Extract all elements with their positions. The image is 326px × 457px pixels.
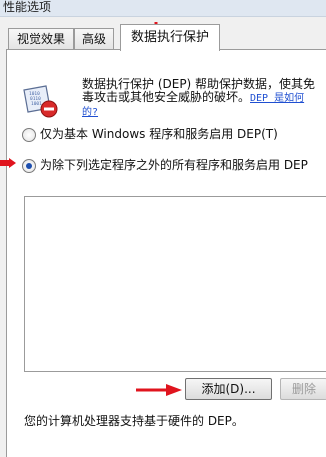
radio-option-all-except[interactable]: 为除下列选定程序之外的所有程序和服务启用 DEP [22,156,308,173]
red-arrow-right-icon [0,158,16,168]
dep-description-line2: 毒攻击或其他安全威胁的破坏。 [82,90,251,104]
window-titlebar: 性能选项 [0,0,326,17]
dep-shield-icon: 1010 0110 1001 [23,85,58,118]
window-title: 性能选项 [3,0,52,14]
radio-basic-label: 仅为基本 Windows 程序和服务启用 DEP(T) [40,127,278,141]
radio-basic-circle[interactable] [22,127,36,142]
dep-help-link[interactable]: DEP 是如何 [250,93,304,104]
red-arrow-right-icon [136,384,182,396]
hardware-dep-support-text: 您的计算机处理器支持基于硬件的 DEP。 [24,414,244,428]
radio-all-except-circle[interactable] [22,158,36,173]
remove-button[interactable]: 删除 [280,378,326,400]
radio-option-basic[interactable]: 仅为基本 Windows 程序和服务启用 DEP(T) [22,125,278,142]
tab-advanced[interactable]: 高级 [74,28,114,49]
dep-description: 数据执行保护 (DEP) 帮助保护数据，使其免 毒攻击或其他安全威胁的破坏。DE… [82,78,326,119]
tab-visual-effects[interactable]: 视觉效果 [8,28,74,49]
tab-dep[interactable]: 数据执行保护 [120,24,220,51]
svg-text:1001: 1001 [31,101,42,107]
radio-all-except-label: 为除下列选定程序之外的所有程序和服务启用 DEP [40,158,308,172]
tab-strip: 视觉效果 高级 数据执行保护 [0,22,326,51]
excluded-programs-list[interactable] [24,196,326,372]
dep-help-link-cont[interactable]: 的? [82,107,98,118]
add-button[interactable]: 添加(D)... [185,378,272,400]
